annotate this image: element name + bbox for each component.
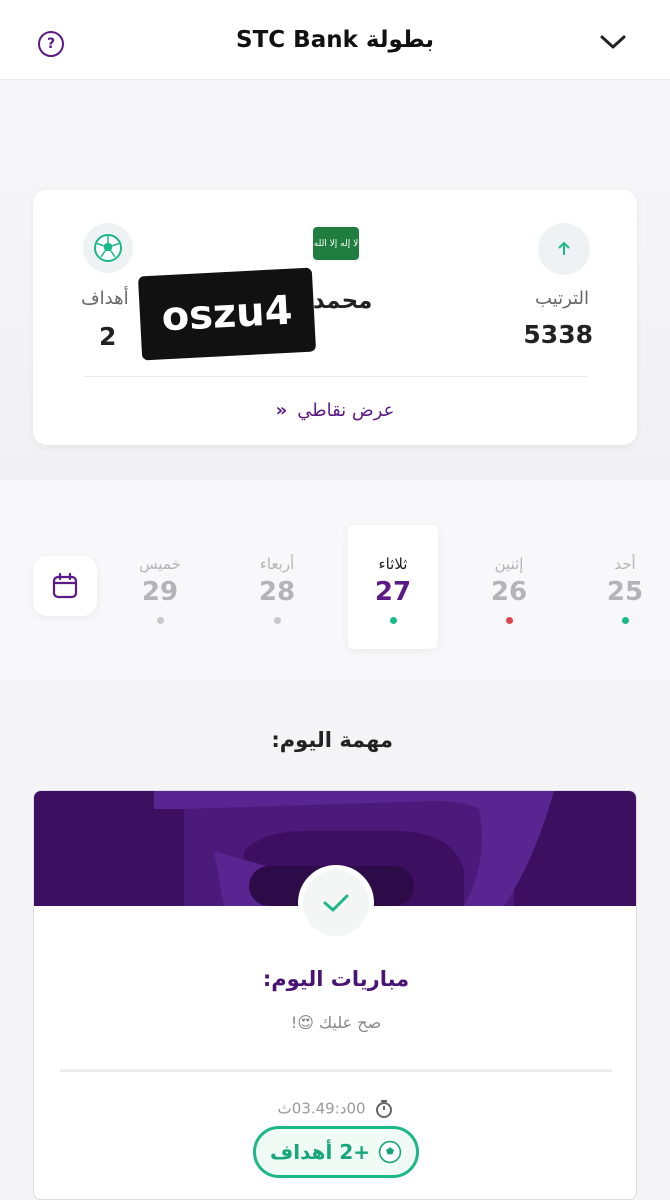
day-name: إثنين (494, 555, 524, 573)
rank-label: الترتيب (535, 288, 589, 309)
view-points-label: عرض نقاطي (297, 400, 395, 421)
check-icon (298, 865, 374, 941)
divider (83, 376, 587, 377)
stopwatch-icon (376, 1100, 393, 1118)
day-status-dot (156, 617, 164, 624)
divider (60, 1069, 612, 1072)
daily-task-heading: مهمة اليوم: (271, 728, 393, 752)
redaction-overlay: oszu4 (137, 267, 317, 361)
day-status-dot (621, 617, 629, 624)
day-thursday[interactable]: خميس 29 (115, 525, 205, 649)
day-number: 28 (258, 577, 296, 607)
day-number: 27 (374, 577, 412, 607)
day-name: أحد (614, 555, 636, 573)
calendar-icon (52, 572, 78, 599)
day-name: أربعاء (259, 555, 295, 573)
day-status-dot (273, 617, 281, 624)
daily-task-card[interactable]: مباريات اليوم: صح عليك 😍! 00د:03.49ث +2 … (33, 790, 637, 1200)
rank-up-icon (538, 223, 590, 275)
rank-value: 5338 (523, 320, 593, 349)
day-status-dot (389, 617, 397, 624)
saudi-flag-icon: لا إله إلا الله (313, 227, 359, 260)
day-number: 26 (490, 577, 528, 607)
help-icon[interactable]: ? (38, 31, 64, 57)
calendar-button[interactable] (33, 556, 97, 616)
calendar-strip (0, 480, 670, 680)
goals-reward-badge: +2 أهداف (253, 1126, 419, 1178)
task-subtitle: صح عليك 😍! (290, 1013, 382, 1032)
day-number: 25 (606, 577, 644, 607)
day-wednesday[interactable]: أربعاء 28 (232, 525, 322, 649)
flag-text: لا إله إلا الله (313, 238, 359, 249)
day-number: 29 (141, 577, 179, 607)
reward-label: +2 أهداف (269, 1140, 370, 1164)
football-icon (378, 1140, 402, 1164)
chevron-down-icon[interactable] (598, 30, 628, 54)
view-points-link[interactable]: » عرض نقاطي (33, 400, 637, 421)
day-name: ثلاثاء (378, 555, 408, 573)
day-monday[interactable]: إثنين 26 (464, 525, 554, 649)
timer-value: 00د:03.49ث (277, 1099, 366, 1118)
day-status-dot (505, 617, 513, 624)
double-chevron-icon: » (275, 400, 288, 421)
page-title: بطولة STC Bank (236, 26, 434, 53)
task-title: مباريات اليوم: (262, 967, 410, 991)
day-name: خميس (139, 555, 181, 573)
profile-card: الترتيب 5338 لا إله إلا الله محمد م أهدا… (33, 190, 637, 445)
goals-label: أهداف (81, 288, 129, 309)
app-header: ? بطولة STC Bank (0, 0, 670, 80)
day-sunday[interactable]: أحد 25 (580, 525, 670, 649)
goals-value: 2 (99, 322, 117, 351)
day-tuesday-selected[interactable]: ثلاثاء 27 (348, 525, 438, 649)
task-timer: 00د:03.49ث (34, 1099, 636, 1119)
football-icon (83, 223, 133, 273)
